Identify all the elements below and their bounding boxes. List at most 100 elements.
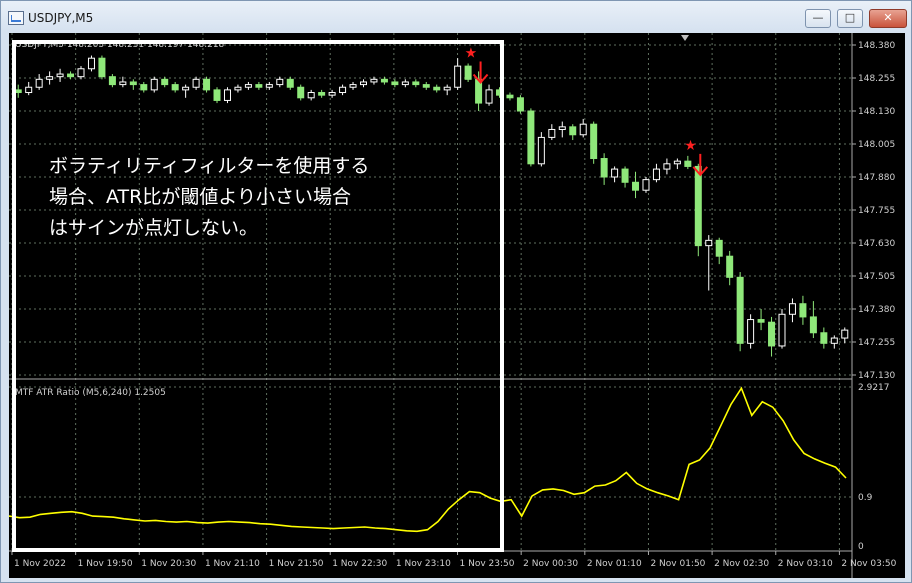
price-label: 148.130	[858, 107, 895, 117]
indicator-scale: 2.9217 0.9 0	[858, 383, 890, 552]
candle-body	[632, 181, 640, 191]
candle-body	[548, 128, 556, 138]
candle-body	[67, 73, 75, 78]
candle-body	[87, 57, 95, 70]
grid-lines	[9, 33, 852, 551]
candle-body	[35, 78, 43, 88]
candle-body	[433, 86, 441, 91]
price-label: 147.130	[858, 371, 895, 381]
candle-body	[590, 123, 598, 160]
candle-body	[25, 86, 33, 94]
candle-body	[108, 76, 116, 86]
shift-marker-icon[interactable]	[681, 35, 689, 41]
candle-body	[119, 81, 127, 86]
candle-body	[736, 276, 744, 344]
candle-body	[841, 329, 849, 339]
time-scale: 1 Nov 2022 1 Nov 19:50 1 Nov 20:30 1 Nov 21…	[11, 551, 897, 569]
candle-body	[276, 78, 284, 86]
candle-body	[46, 76, 54, 80]
candle-body	[569, 126, 577, 136]
candle-body	[830, 337, 838, 344]
annotation-box	[12, 40, 504, 552]
candle-body	[558, 126, 566, 130]
candle-body	[537, 136, 545, 165]
price-scale: 148.380 148.255 148.130 148.005 147.880 147.7…	[852, 41, 895, 381]
candle-body	[757, 319, 765, 323]
time-label: 1 Nov 19:50	[78, 559, 133, 569]
candle-body	[14, 89, 22, 94]
window-title: USDJPY,M5	[28, 11, 94, 25]
candle-body	[422, 84, 430, 88]
signal-star-icon: ★	[684, 138, 697, 154]
candle-body	[359, 81, 367, 86]
candle-body	[349, 84, 357, 88]
candle-body	[747, 319, 755, 344]
candle-body	[527, 110, 535, 165]
indicator-scale-label: 2.9217	[858, 383, 890, 393]
close-button[interactable]: ✕	[869, 9, 907, 28]
candle-body	[516, 97, 524, 112]
candle-body	[579, 123, 587, 136]
candle-body	[652, 168, 660, 181]
time-label: 2 Nov 01:50	[650, 559, 705, 569]
candle-body	[611, 168, 619, 178]
price-chart-svg: ★★ USDJPY,M5 148.203 148.231 148.197 148…	[8, 33, 897, 578]
candle-body	[778, 313, 786, 347]
candle-body	[265, 84, 273, 88]
candle-body	[213, 89, 221, 101]
time-label: 1 Nov 23:10	[396, 559, 451, 569]
candle-body	[621, 168, 629, 183]
candle-body	[182, 86, 190, 91]
candle-body	[642, 179, 650, 191]
time-label: 2 Nov 03:50	[841, 559, 896, 569]
time-label: 1 Nov 22:30	[332, 559, 387, 569]
candle-body	[56, 73, 64, 78]
indicator-scale-label: 0.9	[858, 493, 873, 503]
time-label: 2 Nov 00:30	[523, 559, 578, 569]
candle-body	[401, 81, 409, 86]
price-label: 148.255	[858, 74, 895, 84]
candle-body	[339, 86, 347, 94]
candle-body	[464, 65, 472, 80]
candle-body	[161, 78, 169, 86]
indicator-panel-header: MTF ATR Ratio (M5,6,240) 1.2505	[15, 388, 166, 398]
candle-body	[768, 321, 776, 347]
price-label: 147.255	[858, 338, 895, 348]
time-label: 2 Nov 01:10	[587, 559, 642, 569]
candle-body	[286, 78, 294, 88]
signal-star-icon: ★	[465, 45, 478, 61]
price-label: 147.630	[858, 239, 895, 249]
candle-body	[715, 239, 723, 257]
candle-body	[380, 78, 388, 83]
time-label: 1 Nov 2022	[14, 559, 66, 569]
candle-body	[192, 78, 200, 88]
time-label: 2 Nov 02:30	[714, 559, 769, 569]
candle-body	[799, 303, 807, 318]
atr-ratio-line	[8, 386, 847, 533]
candle-body	[485, 89, 493, 104]
candle-body	[370, 78, 378, 83]
title-bar[interactable]: USDJPY,M5 — □ ✕	[1, 1, 911, 33]
candle-body	[788, 303, 796, 315]
candle-body	[318, 92, 326, 96]
maximize-button[interactable]: □	[837, 9, 863, 28]
candle-body	[140, 84, 148, 91]
time-label: 2 Nov 03:10	[778, 559, 833, 569]
minimize-button[interactable]: —	[805, 9, 831, 28]
candle-body	[684, 160, 692, 167]
price-label: 147.880	[858, 173, 895, 183]
candle-body	[297, 86, 305, 99]
candle-body	[129, 81, 137, 86]
candle-body	[244, 84, 252, 88]
candle-body	[255, 84, 263, 88]
indicator-scale-label: 0	[858, 542, 864, 552]
candle-body	[98, 57, 106, 78]
candle-body	[673, 160, 681, 165]
chart-window: USDJPY,M5 — □ ✕ ★ ★ USDJPY,M5 148.203 148…	[0, 0, 912, 583]
candle-body	[171, 84, 179, 91]
candle-body	[307, 92, 315, 99]
time-label: 1 Nov 23:50	[460, 559, 515, 569]
candle-body	[506, 94, 514, 99]
candle-body	[203, 78, 211, 91]
chart-area[interactable]: ★ ★ USDJPY,M5 148.203 148.231 148.197 148…	[8, 33, 905, 578]
